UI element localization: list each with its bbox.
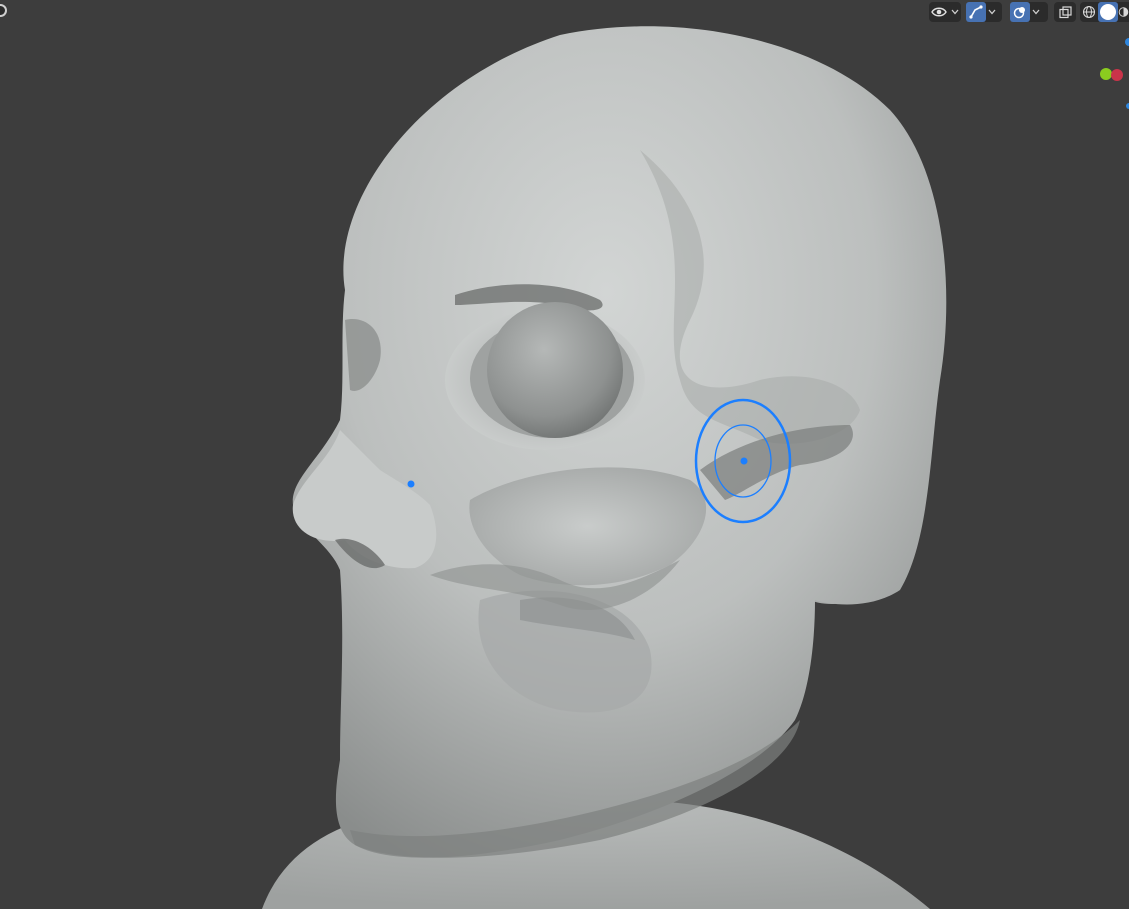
brush-center-dot — [740, 457, 748, 465]
visibility-dropdown[interactable] — [929, 2, 961, 22]
chevron-down-icon[interactable] — [986, 2, 998, 22]
chevron-down-icon[interactable] — [1030, 2, 1042, 22]
gizmo-dropdown[interactable] — [966, 2, 1002, 22]
xray-toggle[interactable] — [1054, 2, 1076, 22]
shading-mode-group[interactable] — [1080, 2, 1129, 22]
solid-shading-icon[interactable] — [1098, 2, 1118, 22]
symmetry-point — [407, 480, 415, 488]
gizmo-x-axis[interactable] — [1111, 69, 1123, 81]
solid-shading-swatch — [1100, 4, 1116, 20]
gizmo-toggle-icon[interactable] — [966, 2, 986, 22]
material-preview-icon[interactable] — [1118, 2, 1129, 22]
wireframe-shading-icon[interactable] — [1080, 2, 1098, 22]
chevron-down-icon[interactable] — [949, 2, 961, 22]
xray-toggle-icon[interactable] — [1054, 2, 1076, 22]
sculpt-mesh[interactable] — [0, 0, 1129, 909]
overlays-dropdown[interactable] — [1010, 2, 1048, 22]
overlays-icon[interactable] — [1010, 2, 1030, 22]
eye-visibility-icon[interactable] — [929, 2, 949, 22]
eyeball — [487, 302, 623, 438]
gizmo-z-axis-top[interactable] — [1125, 38, 1129, 46]
3d-viewport[interactable] — [0, 0, 1129, 909]
